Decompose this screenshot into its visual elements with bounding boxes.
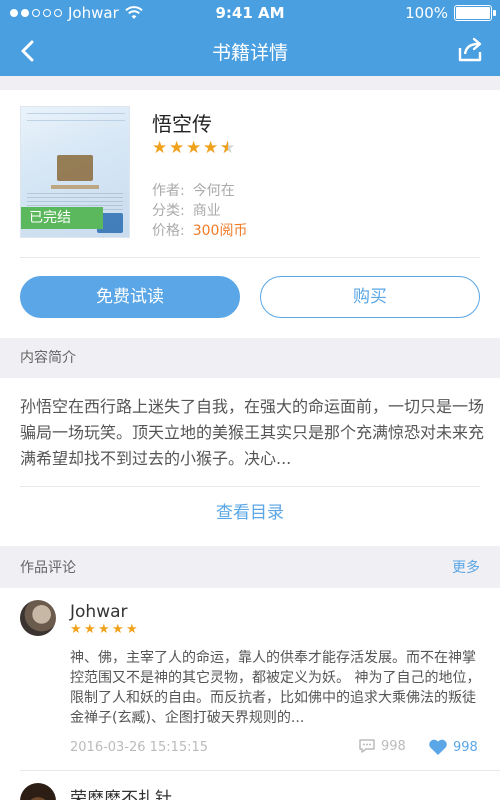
intro-header: 内容简介	[0, 338, 500, 378]
comment-bubble-icon	[359, 739, 375, 753]
comment-username[interactable]: 荣麽麽不扎针	[70, 784, 172, 800]
price-label: 价格:	[152, 223, 185, 239]
battery-icon	[454, 5, 496, 21]
reply-count: 998	[381, 738, 406, 754]
share-icon[interactable]	[454, 36, 486, 66]
avatar[interactable]	[20, 783, 56, 800]
intro-text: 孙悟空在西行路上迷失了自我，在强大的命运面前，一切只是一场骗局一场玩笑。顶天立地…	[20, 397, 485, 468]
divider	[20, 486, 480, 487]
book-price: 价格: 300阅币	[152, 220, 247, 240]
category-value: 商业	[192, 203, 221, 219]
navigation-bar: 书籍详情	[0, 26, 500, 76]
book-author: 作者: 今何在	[152, 180, 235, 200]
comments-section: Johwar ★ ★ ★ ★ ★ 神、佛，主宰了人的命运，靠人的供奉才能存活发展。而不在…	[0, 588, 500, 800]
star-filled-icon: ★	[203, 138, 219, 158]
comment-text: 神、佛，主宰了人的命运，靠人的供奉才能存活发展。而不在神掌控范围又不是神的其它灵…	[70, 650, 481, 726]
category-label: 分类:	[152, 203, 185, 219]
comments-header: 作品评论 更多	[0, 548, 500, 588]
book-info-section: 已完结 悟空传 ★★★★★ 作者:今何在 分类:商业 价格:300阅币 免费试读…	[0, 90, 500, 338]
comment-like-button[interactable]: 998	[428, 738, 478, 756]
status-badge: 已完结	[21, 207, 103, 229]
author-value: 今何在	[192, 183, 235, 199]
star-filled-icon: ★	[70, 622, 82, 637]
star-filled-icon: ★	[169, 138, 185, 158]
heart-icon	[429, 739, 447, 755]
book-category: 分类: 商业	[152, 200, 221, 220]
intro-header-label: 内容简介	[20, 350, 76, 366]
cover-subtitle-art	[51, 185, 99, 189]
comment-rating-stars: ★ ★ ★ ★ ★	[70, 622, 140, 637]
intro-section: 孙悟空在西行路上迷失了自我，在强大的命运面前，一切只是一场骗局一场玩笑。顶天立地…	[0, 378, 500, 546]
comment-username[interactable]: Johwar	[70, 602, 128, 622]
book-cover[interactable]: 已完结	[20, 106, 130, 238]
book-title: 悟空传	[152, 112, 212, 136]
comments-header-label: 作品评论	[20, 560, 76, 576]
divider	[20, 257, 480, 258]
more-comments-link[interactable]: 更多	[452, 548, 480, 588]
free-trial-button[interactable]: 免费试读	[20, 276, 240, 318]
avatar[interactable]	[20, 600, 56, 636]
star-filled-icon: ★	[126, 622, 138, 637]
comment-reply-button[interactable]: 998	[358, 738, 406, 754]
book-rating-stars: ★ ★ ★ ★ ★	[152, 138, 236, 158]
cover-header-strip	[27, 113, 125, 121]
page-title: 书籍详情	[211, 42, 288, 64]
battery-percent: 100%	[405, 4, 448, 22]
star-filled-icon: ★	[98, 622, 110, 637]
divider	[20, 770, 500, 771]
battery-group: 100%	[405, 4, 496, 22]
star-filled-icon: ★	[112, 622, 124, 637]
star-filled-icon: ★	[186, 138, 202, 158]
star-filled-icon: ★	[152, 138, 168, 158]
comment-date: 2016-03-26 15:15:15	[70, 740, 209, 755]
like-count: 998	[453, 739, 478, 755]
view-catalog-link[interactable]: 查看目录	[0, 498, 500, 523]
status-bar: Johwar 9:41 AM 100%	[0, 0, 500, 26]
star-half-icon: ★	[220, 138, 236, 158]
cover-title-art	[57, 155, 93, 181]
buy-button[interactable]: 购买	[260, 276, 480, 318]
star-filled-icon: ★	[84, 622, 96, 637]
author-label: 作者:	[152, 183, 185, 199]
price-value: 300阅币	[192, 223, 248, 239]
